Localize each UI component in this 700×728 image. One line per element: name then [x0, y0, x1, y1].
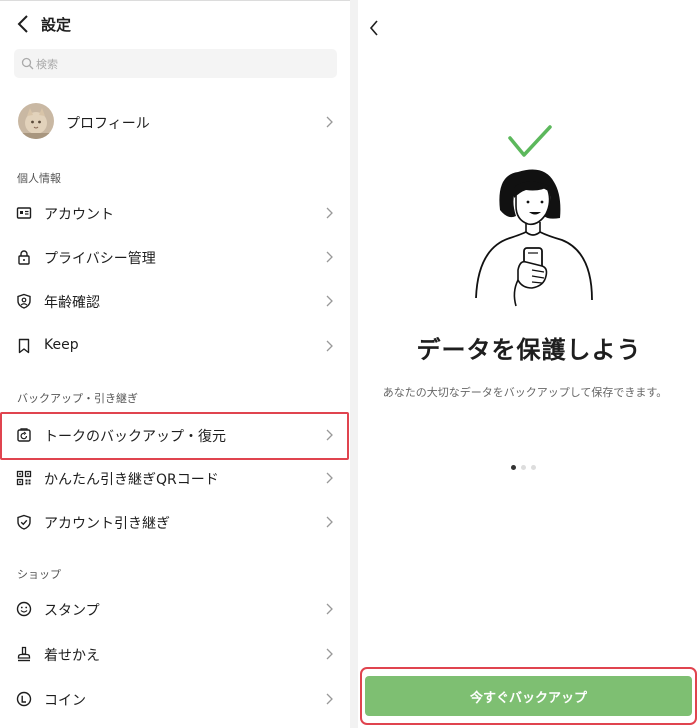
- page-title: 設定: [41, 16, 72, 34]
- page-dot: [531, 465, 536, 470]
- settings-item-label: 年齢確認: [44, 295, 100, 311]
- chevron-right-icon: [326, 251, 333, 263]
- search-bar[interactable]: [14, 49, 337, 78]
- profile-label: プロフィール: [66, 116, 150, 132]
- chevron-right-icon: [326, 516, 333, 528]
- highlight-frame: [0, 412, 349, 460]
- settings-item-keep[interactable]: Keep: [0, 326, 350, 366]
- backup-now-button[interactable]: 今すぐバックアップ: [365, 676, 692, 716]
- section-label-personal: 個人情報: [17, 172, 61, 185]
- page-dot: [521, 465, 526, 470]
- settings-item-coin[interactable]: コイン: [0, 679, 350, 719]
- settings-item-label: スタンプ: [44, 603, 100, 619]
- settings-item-stamp[interactable]: スタンプ: [0, 589, 350, 629]
- section-label-shop: ショップ: [17, 568, 61, 581]
- bookmark-icon: [18, 338, 30, 354]
- shield-check-icon: [17, 514, 31, 530]
- chevron-left-icon[interactable]: [367, 18, 381, 38]
- settings-item-label: 着せかえ: [44, 648, 100, 664]
- chevron-right-icon: [326, 116, 333, 128]
- lock-icon: [18, 250, 30, 265]
- settings-item-account-transfer[interactable]: アカウント引き継ぎ: [0, 502, 350, 542]
- settings-item-account[interactable]: アカウント: [0, 193, 350, 233]
- settings-panel: 設定 プロフィール: [0, 0, 350, 728]
- coin-icon: [16, 691, 32, 707]
- chevron-right-icon: [326, 693, 333, 705]
- shield-person-icon: [17, 293, 31, 309]
- id-card-icon: [16, 207, 32, 219]
- onboarding-description: あなたの大切なデータをバックアップして保存できます。: [382, 386, 668, 399]
- settings-item-privacy[interactable]: プライバシー管理: [0, 237, 350, 277]
- settings-item-label: Keep: [44, 337, 79, 353]
- chevron-right-icon: [326, 207, 333, 219]
- brush-icon: [17, 646, 31, 662]
- panel-divider: [350, 0, 358, 728]
- search-input[interactable]: [36, 54, 316, 74]
- page-dot-active: [511, 465, 516, 470]
- settings-item-age-verification[interactable]: 年齢確認: [0, 281, 350, 321]
- settings-item-qr-transfer[interactable]: かんたん引き継ぎQRコード: [0, 458, 350, 498]
- backup-intro-panel: データを保護しよう あなたの大切なデータをバックアップして保存できます。 今すぐ…: [358, 0, 700, 728]
- chevron-right-icon: [326, 295, 333, 307]
- settings-item-label: アカウント: [44, 207, 114, 223]
- onboarding-title: データを保護しよう: [416, 336, 642, 364]
- chevron-right-icon: [326, 340, 333, 352]
- chevron-right-icon: [326, 648, 333, 660]
- chevron-right-icon: [326, 472, 333, 484]
- settings-item-theme[interactable]: 着せかえ: [0, 634, 350, 674]
- profile-row[interactable]: プロフィール: [0, 99, 350, 145]
- page-indicator: [511, 465, 541, 473]
- settings-item-label: アカウント引き継ぎ: [44, 516, 170, 532]
- chevron-left-icon[interactable]: [14, 13, 34, 35]
- avatar: [18, 103, 54, 139]
- chevron-right-icon: [326, 603, 333, 615]
- settings-item-label: かんたん引き継ぎQRコード: [44, 472, 219, 488]
- settings-item-label: コイン: [44, 693, 86, 709]
- settings-item-label: プライバシー管理: [44, 251, 156, 267]
- qr-code-icon: [16, 470, 32, 486]
- section-label-backup: バックアップ・引き継ぎ: [17, 392, 138, 405]
- settings-header: 設定: [0, 0, 350, 46]
- protect-data-illustration: [475, 125, 593, 307]
- search-icon: [21, 57, 34, 70]
- smiley-icon: [16, 601, 32, 617]
